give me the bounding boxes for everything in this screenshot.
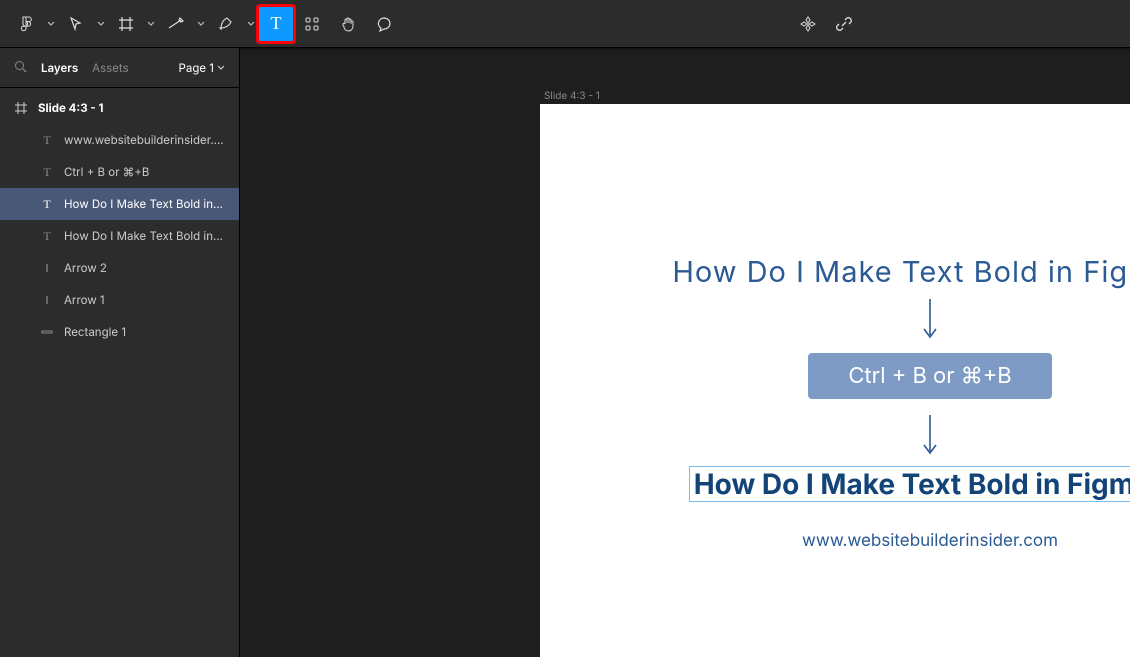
layer-label: How Do I Make Text Bold in Fi... (64, 229, 224, 243)
tab-layers[interactable]: Layers (41, 61, 78, 75)
layers-list: Slide 4:3 - 1 T www.websitebuilderinside… (0, 88, 239, 657)
move-tool-button[interactable] (58, 6, 94, 42)
shape-tool-chevron[interactable] (194, 6, 208, 42)
arrow-down-icon (920, 297, 940, 345)
text-layer-icon: T (40, 133, 54, 148)
plugins-button[interactable] (790, 6, 826, 42)
page-selector[interactable]: Page 1 (179, 61, 225, 75)
text-layer-icon: T (40, 197, 54, 212)
left-panel-header: Layers Assets Page 1 (0, 48, 239, 88)
layer-text-selected[interactable]: T How Do I Make Text Bold in Fi... (0, 188, 239, 220)
hand-tool-button[interactable] (330, 6, 366, 42)
pen-tool-button[interactable] (208, 6, 244, 42)
layer-rectangle[interactable]: Rectangle 1 (0, 316, 239, 348)
layer-line[interactable]: Arrow 1 (0, 284, 239, 316)
layer-label: Ctrl + B or ⌘+B (64, 165, 149, 179)
pen-tool-chevron[interactable] (244, 6, 258, 42)
figma-menu-button[interactable] (8, 6, 44, 42)
layer-line[interactable]: Arrow 2 (0, 252, 239, 284)
page-selector-label: Page 1 (179, 61, 214, 75)
slide-url-text[interactable]: www.websitebuilderinsider.com (802, 531, 1058, 551)
text-layer-icon: T (40, 165, 54, 180)
rect-layer-icon (40, 326, 54, 338)
left-panel: Layers Assets Page 1 Slide 4:3 - 1 T www… (0, 48, 240, 657)
comment-tool-button[interactable] (366, 6, 402, 42)
main-area: Layers Assets Page 1 Slide 4:3 - 1 T www… (0, 48, 1130, 657)
slide-heading-bold[interactable]: How Do I Make Text Bold in Figma? (690, 467, 1130, 501)
layer-label: Rectangle 1 (64, 325, 126, 339)
layer-label: www.websitebuilderinsider.com (64, 133, 224, 147)
frame-title-label[interactable]: Slide 4:3 - 1 (540, 90, 604, 102)
slide-heading-normal[interactable]: How Do I Make Text Bold in Figma? (672, 254, 1130, 289)
text-layer-icon: T (40, 229, 54, 244)
line-layer-icon (40, 294, 54, 306)
search-icon[interactable] (14, 60, 27, 76)
arrow-down-icon (920, 413, 940, 461)
text-tool-button[interactable]: T (258, 6, 294, 42)
layer-text[interactable]: T How Do I Make Text Bold in Fi... (0, 220, 239, 252)
tab-assets[interactable]: Assets (92, 61, 129, 75)
layer-label: Slide 4:3 - 1 (38, 101, 103, 115)
top-toolbar: T (0, 0, 1130, 48)
share-link-button[interactable] (826, 6, 862, 42)
resources-button[interactable] (294, 6, 330, 42)
frame-tool-chevron[interactable] (144, 6, 158, 42)
line-layer-icon (40, 262, 54, 274)
frame-icon (14, 102, 28, 114)
layer-label: Arrow 2 (64, 261, 107, 275)
move-tool-chevron[interactable] (94, 6, 108, 42)
layer-frame[interactable]: Slide 4:3 - 1 (0, 92, 239, 124)
canvas[interactable]: Slide 4:3 - 1 How Do I Make Text Bold in… (240, 48, 1130, 657)
shape-tool-button[interactable] (158, 6, 194, 42)
slide-frame[interactable]: How Do I Make Text Bold in Figma? Ctrl +… (540, 104, 1130, 657)
layer-label: Arrow 1 (64, 293, 105, 307)
layer-label: How Do I Make Text Bold in Fi... (64, 197, 224, 211)
figma-menu-chevron[interactable] (44, 6, 58, 42)
text-tool-icon: T (271, 13, 282, 34)
layer-text[interactable]: T Ctrl + B or ⌘+B (0, 156, 239, 188)
frame-tool-button[interactable] (108, 6, 144, 42)
slide-shortcut-box[interactable]: Ctrl + B or ⌘+B (808, 353, 1051, 399)
layer-text[interactable]: T www.websitebuilderinsider.com (0, 124, 239, 156)
